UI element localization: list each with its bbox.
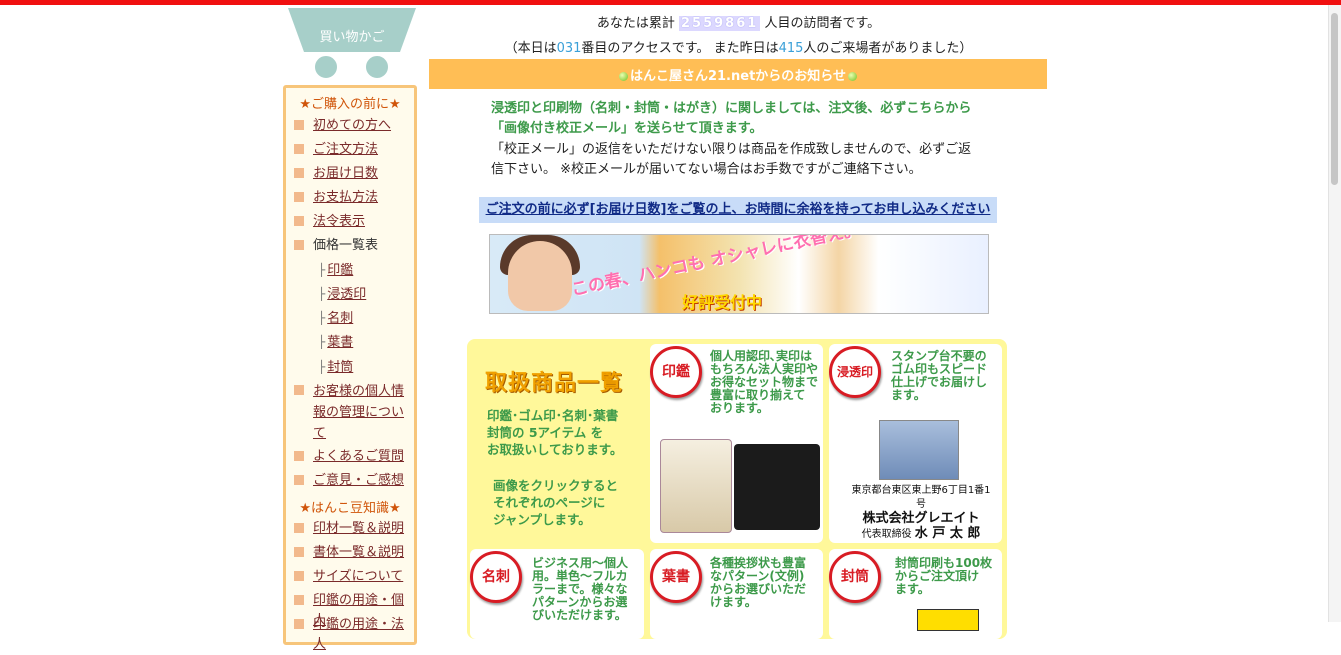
product-cell-hagaki[interactable]: 葉書 各種挨拶状も豊富 なパターン(文例) からお選びいただ けます。 bbox=[650, 549, 823, 639]
product-desc-inkan: 個人用認印､実印は もちろん法人実印や お得なセット物まで 豊富に取り揃えて お… bbox=[710, 349, 819, 415]
sidebar-heading-before-purchase: ★ご購入の前に★ bbox=[299, 97, 401, 112]
access-count-line: （本日は031番目のアクセスです。 また昨日は415人のご来場者がありました） bbox=[504, 41, 973, 56]
inkan-case-image bbox=[734, 444, 820, 530]
stamp-image bbox=[879, 420, 959, 480]
bullet-icon bbox=[294, 451, 304, 461]
notice-line-2: 「画像付き校正メール」を送らせて頂きます。 bbox=[491, 121, 763, 136]
sidebar-sub-meishi[interactable]: ├ 名刺 bbox=[318, 309, 353, 328]
bullet-icon bbox=[294, 240, 304, 250]
product-desc-hagaki: 各種挨拶状も豊富 なパターン(文例) からお選びいただ けます。 bbox=[710, 556, 807, 609]
notice-line-1: 浸透印と印刷物（名刺・封筒・はがき）に関しましては、注文後、必ずこちらから bbox=[491, 101, 972, 116]
shopping-cart-button[interactable]: 買い物かご bbox=[288, 8, 416, 80]
bullet-icon bbox=[294, 168, 304, 178]
product-cell-inkan[interactable]: 印鑑 個人用認印､実印は もちろん法人実印や お得なセット物まで 豊富に取り揃え… bbox=[650, 344, 823, 543]
cart-label: 買い物かご bbox=[319, 30, 385, 45]
green-dot-icon bbox=[848, 72, 858, 81]
notice-title: はんこ屋さん21.netからのお知らせ bbox=[629, 69, 847, 84]
bullet-icon bbox=[294, 192, 304, 202]
bullet-icon bbox=[294, 120, 304, 130]
inkan-set-box-image bbox=[660, 439, 732, 533]
envelope-image bbox=[917, 609, 979, 631]
bullet-icon bbox=[294, 523, 304, 533]
products-description: 印鑑･ゴム印･名刺･葉書 封筒の 5アイテム を お取扱いしております。 bbox=[487, 408, 623, 457]
sidebar-sub-fuutou[interactable]: ├ 封筒 bbox=[318, 358, 353, 377]
notice-line-3: 「校正メール」の返信をいただけない限りは商品を作成致しませんので、必ずご返 bbox=[491, 142, 972, 157]
stamp-sample-text: 東京都台東区東上野6丁目1番1号 株式会社グレエイト 代表取締役 水 戸 太 郎 bbox=[851, 485, 991, 541]
delivery-warning-link[interactable]: ご注文の前に必ず[お届け日数]をご覧の上、お時間に余裕を持ってお申し込みください bbox=[479, 197, 997, 223]
green-dot-icon bbox=[618, 72, 628, 81]
visitor-counter: 2559861 bbox=[678, 16, 761, 31]
product-cell-meishi[interactable]: 名刺 ビジネス用〜個人 用。単色〜フルカ ラーまで。様々な パターンからお選 び… bbox=[470, 549, 644, 639]
bullet-icon bbox=[294, 216, 304, 226]
product-desc-shintouin: スタンプ台不要の ゴム印もスピード 仕上げでお届けし ます。 bbox=[891, 349, 988, 402]
seal-meishi-icon: 名刺 bbox=[470, 551, 522, 603]
notice-header-bar: はんこ屋さん21.netからのお知らせ bbox=[429, 59, 1047, 89]
bullet-icon bbox=[294, 595, 304, 605]
top-red-bar bbox=[0, 0, 1341, 5]
banner-subheadline: 好評受付中 bbox=[682, 293, 763, 312]
bullet-icon bbox=[294, 144, 304, 154]
sidebar-sub-inkan[interactable]: ├ 印鑑 bbox=[318, 261, 353, 280]
visitor-counter-line: あなたは累計 2559861 人目の訪問者です。 bbox=[596, 16, 881, 31]
bullet-icon bbox=[294, 385, 304, 395]
seal-fuutou-icon: 封筒 bbox=[829, 551, 881, 603]
vertical-scrollbar[interactable] bbox=[1328, 5, 1341, 622]
sidebar-sub-hagaki[interactable]: ├ 葉書 bbox=[318, 333, 353, 352]
sidebar-menu: ★ご購入の前に★ 初めての方へ ご注文方法 お届け日数 お支払方法 法令表示 価… bbox=[283, 85, 417, 652]
product-desc-meishi: ビジネス用〜個人 用。単色〜フルカ ラーまで。様々な パターンからお選 びいただ… bbox=[532, 556, 629, 622]
bullet-icon bbox=[294, 475, 304, 485]
product-desc-fuutou: 封筒印刷も100枚 からご注文頂け ます。 bbox=[895, 556, 993, 596]
seal-shintouin-icon: 浸透印 bbox=[829, 346, 881, 398]
product-cell-shintouin[interactable]: 浸透印 スタンプ台不要の ゴム印もスピード 仕上げでお届けし ます。 東京都台東… bbox=[829, 344, 1002, 543]
spring-campaign-banner[interactable]: この春、ハンコも オシャレに衣替え。 好評受付中 bbox=[489, 234, 989, 314]
seal-hagaki-icon: 葉書 bbox=[650, 551, 702, 603]
bullet-icon bbox=[294, 547, 304, 557]
seal-inkan-icon: 印鑑 bbox=[650, 346, 702, 398]
bullet-icon bbox=[294, 619, 304, 629]
products-title: 取扱商品一覧 bbox=[485, 371, 624, 396]
bullet-icon bbox=[294, 571, 304, 581]
yesterday-count: 415 bbox=[778, 41, 804, 56]
banner-model-face bbox=[508, 241, 572, 311]
products-grid: 取扱商品一覧 印鑑･ゴム印･名刺･葉書 封筒の 5アイテム を お取扱いしており… bbox=[467, 339, 1007, 639]
today-count: 031 bbox=[556, 41, 582, 56]
notice-line-4: 信下さい。 ※校正メールが届いてない場合はお手数ですがご連絡下さい。 bbox=[491, 162, 922, 177]
scrollbar-thumb[interactable] bbox=[1331, 13, 1338, 185]
sidebar-sub-shintouin[interactable]: ├ 浸透印 bbox=[318, 285, 366, 304]
sidebar-heading-trivia: ★はんこ豆知識★ bbox=[299, 501, 401, 516]
product-cell-fuutou[interactable]: 封筒 封筒印刷も100枚 からご注文頂け ます。 bbox=[829, 549, 1002, 639]
products-click-hint: 画像をクリックすると それぞれのページに ジャンプします。 bbox=[493, 478, 619, 527]
